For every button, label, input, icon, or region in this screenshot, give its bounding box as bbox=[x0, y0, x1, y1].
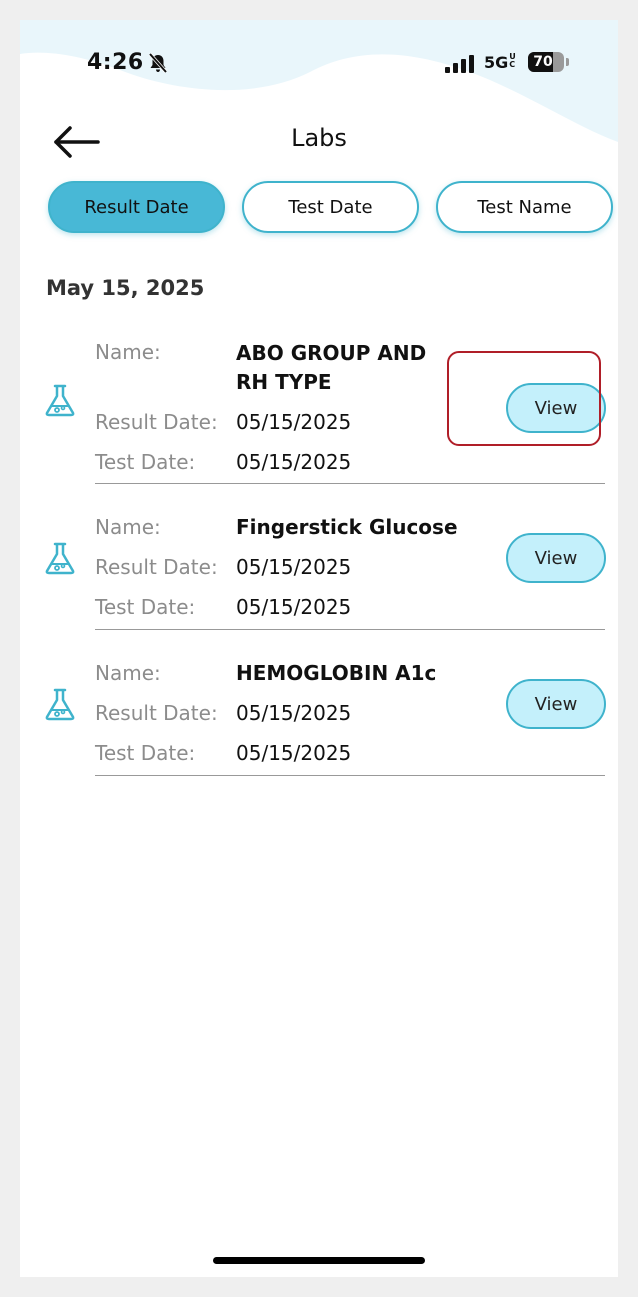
network-type: 5GUC bbox=[484, 52, 516, 73]
status-time: 4:26 bbox=[87, 50, 144, 75]
home-indicator[interactable] bbox=[213, 1257, 425, 1264]
result-date-value: 05/15/2025 bbox=[236, 701, 352, 725]
date-group-heading: May 15, 2025 bbox=[46, 276, 205, 300]
network-suffix: UC bbox=[509, 52, 516, 69]
lab-name: Fingerstick Glucose bbox=[236, 515, 458, 539]
battery-nub bbox=[566, 58, 569, 66]
result-date-value: 05/15/2025 bbox=[236, 555, 352, 579]
lab-record: Name: HEMOGLOBIN A1c Result Date: 05/15/… bbox=[20, 649, 618, 779]
result-date-label: Result Date: bbox=[95, 701, 218, 725]
test-date-value: 05/15/2025 bbox=[236, 595, 352, 619]
tab-result-date[interactable]: Result Date bbox=[48, 181, 225, 233]
name-label: Name: bbox=[95, 340, 161, 364]
battery-level: 70 bbox=[533, 54, 553, 70]
result-date-label: Result Date: bbox=[95, 410, 218, 434]
lab-name: ABO GROUP AND RH TYPE bbox=[236, 339, 426, 397]
header-wave bbox=[20, 20, 618, 142]
lab-name: HEMOGLOBIN A1c bbox=[236, 661, 437, 685]
result-date-label: Result Date: bbox=[95, 555, 218, 579]
highlight-box bbox=[447, 351, 601, 446]
phone-screen: 4:26 5GUC 70 Labs Result Date Test Date … bbox=[20, 20, 618, 1277]
bell-muted-icon bbox=[148, 52, 168, 74]
test-date-value: 05/15/2025 bbox=[236, 741, 352, 765]
lab-name-line2: RH TYPE bbox=[236, 370, 332, 394]
divider bbox=[95, 629, 605, 630]
flask-icon bbox=[45, 384, 75, 417]
tab-test-name[interactable]: Test Name bbox=[436, 181, 613, 233]
view-button[interactable]: View bbox=[506, 533, 606, 583]
test-date-label: Test Date: bbox=[95, 741, 196, 765]
divider bbox=[95, 483, 605, 484]
test-date-value: 05/15/2025 bbox=[236, 450, 352, 474]
tab-test-date[interactable]: Test Date bbox=[242, 181, 419, 233]
battery-icon: 70 bbox=[528, 52, 564, 72]
lab-record: Name: Fingerstick Glucose Result Date: 0… bbox=[20, 503, 618, 633]
divider bbox=[95, 775, 605, 776]
cellular-signal-icon bbox=[445, 55, 474, 73]
test-date-label: Test Date: bbox=[95, 450, 196, 474]
name-label: Name: bbox=[95, 661, 161, 685]
page-title: Labs bbox=[291, 124, 347, 152]
flask-icon bbox=[45, 688, 75, 721]
view-button[interactable]: View bbox=[506, 679, 606, 729]
result-date-value: 05/15/2025 bbox=[236, 410, 352, 434]
lab-name-line1: ABO GROUP AND bbox=[236, 341, 427, 365]
name-label: Name: bbox=[95, 515, 161, 539]
flask-icon bbox=[45, 542, 75, 575]
test-date-label: Test Date: bbox=[95, 595, 196, 619]
